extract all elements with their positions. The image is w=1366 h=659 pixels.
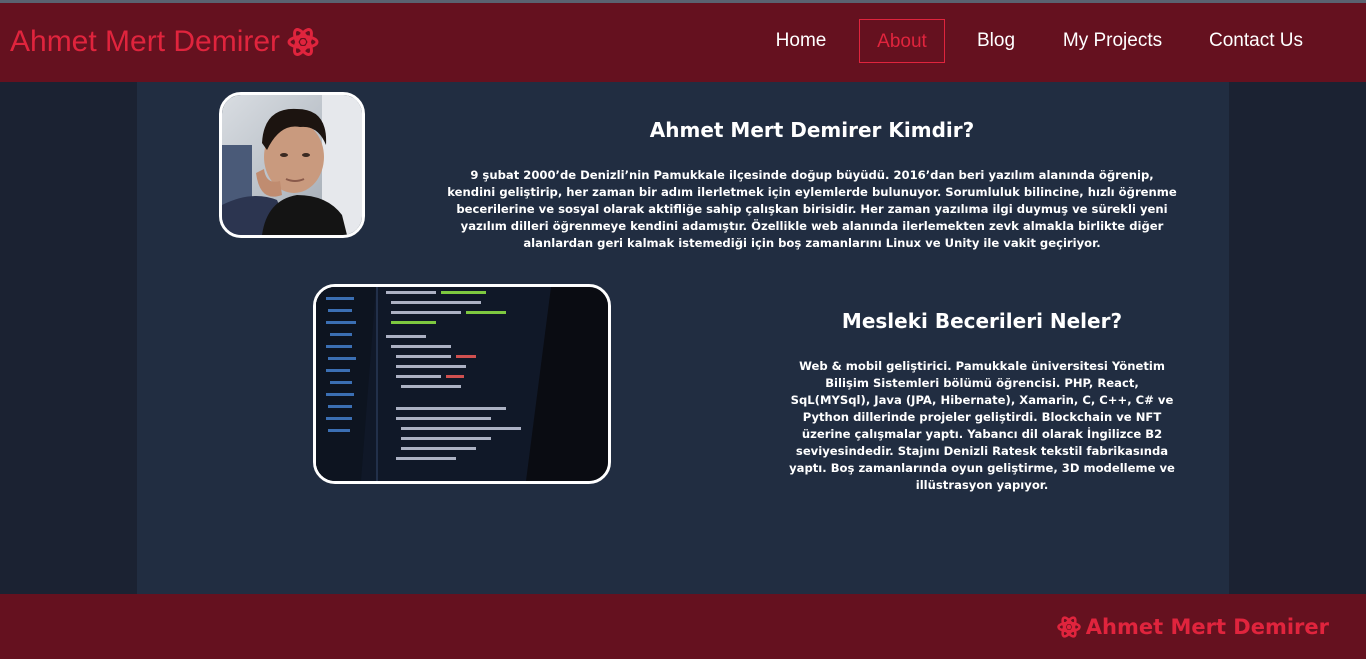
skills-text: Web & mobil geliştirici. Pamukkale ünive… xyxy=(789,359,1175,492)
profile-photo xyxy=(219,92,365,238)
about-text: 9 şubat 2000’de Denizli’nin Pamukkale il… xyxy=(447,168,1177,250)
nav-blog[interactable]: Blog xyxy=(966,19,1026,63)
footer-brand[interactable]: Ahmet Mert Demirer xyxy=(1056,615,1329,639)
header: Ahmet Mert Demirer Home About Blog My Pr… xyxy=(0,3,1366,82)
nav-contact-us[interactable]: Contact Us xyxy=(1198,19,1314,63)
footer-brand-name: Ahmet Mert Demirer xyxy=(1085,615,1329,639)
nav-about[interactable]: About xyxy=(859,19,945,63)
code-screen-photo xyxy=(313,284,611,484)
footer: Ahmet Mert Demirer xyxy=(0,594,1366,659)
atom-icon xyxy=(1056,616,1081,638)
about-title: Ahmet Mert Demirer Kimdir? xyxy=(649,118,975,142)
nav-home[interactable]: Home xyxy=(763,19,839,63)
nav-my-projects[interactable]: My Projects xyxy=(1052,19,1173,63)
main-nav: Home About Blog My Projects Contact Us xyxy=(0,19,1366,63)
skills-title: Mesleki Becerileri Neler? xyxy=(841,309,1123,333)
